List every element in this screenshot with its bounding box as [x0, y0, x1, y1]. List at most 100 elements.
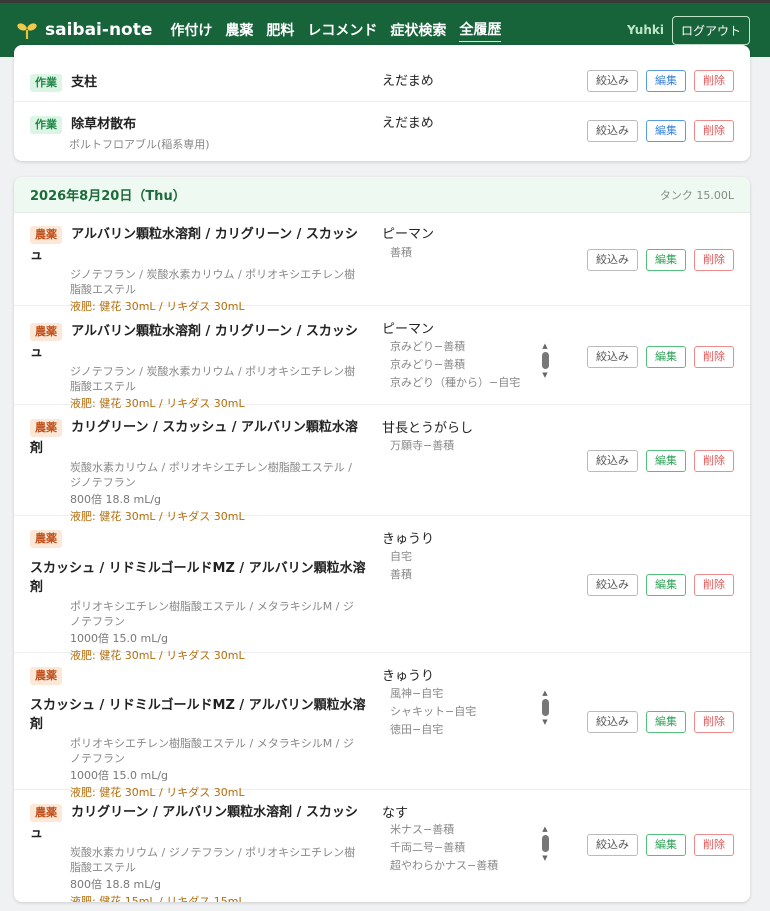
delete-button[interactable]: 削除	[694, 834, 734, 856]
scroll-down-icon[interactable]: ▼	[540, 718, 550, 726]
nav-link-all-history[interactable]: 全履歴	[459, 19, 502, 42]
nav-link-sakuduke[interactable]: 作付け	[170, 20, 212, 40]
nav-link-symptom-search[interactable]: 症状検索	[390, 20, 446, 40]
record-row: 作業 支柱 えだまめ 絞込み 編集 削除	[14, 45, 750, 102]
crop-name: えだまめ	[382, 116, 434, 131]
record-detail: ボルトフロアブル(稲系専用)	[69, 138, 210, 151]
record-type-badge: 農薬	[30, 226, 62, 244]
logout-button[interactable]: ログアウト	[671, 15, 750, 45]
sprout-logo-icon	[17, 23, 37, 39]
record-type-badge: 農薬	[30, 804, 62, 822]
scroll-thumb[interactable]	[541, 699, 549, 716]
dilution-rate: 1000倍 15.0 mL/g	[70, 632, 169, 645]
scroll-up-icon[interactable]: ▲	[540, 342, 550, 350]
record-name: カリグリーン / アルバリン顆粒水溶剤 / スカッシュ	[30, 805, 358, 841]
plot-list-scrollbar[interactable]: ▲ ▼	[540, 342, 550, 379]
scroll-down-icon[interactable]: ▼	[540, 854, 550, 862]
plot-item: 善積	[390, 246, 412, 259]
record-row: 農薬 カリグリーン / アルバリン顆粒水溶剤 / スカッシュ 炭酸水素カリウム …	[14, 790, 750, 902]
crop-name: きゅうり	[382, 532, 435, 547]
crop-name: 甘長とうがらし	[382, 421, 474, 436]
day-header: 2026年8月20日（Thu） タンク 15.00L	[14, 177, 750, 213]
plot-list: 善積	[390, 244, 566, 262]
dilution-rate: 800倍 18.8 mL/g	[70, 493, 162, 506]
record-type-badge: 農薬	[30, 323, 62, 341]
record-type-badge: 作業	[30, 74, 62, 92]
record-name: カリグリーン / スカッシュ / アルバリン顆粒水溶剤	[30, 420, 358, 456]
tank-volume: タンク 15.00L	[659, 188, 734, 202]
filter-button[interactable]: 絞込み	[587, 574, 638, 596]
record-row: 農薬 アルバリン顆粒水溶剤 / カリグリーン / スカッシュ ジノテフラン / …	[14, 306, 750, 410]
active-ingredients: ポリオキシエチレン樹脂酸エステル / メタラキシルM / ジノテフラン	[70, 737, 354, 765]
plot-list-scrollbar[interactable]: ▲ ▼	[540, 689, 550, 726]
record-type-badge: 農薬	[30, 667, 62, 685]
dilution-rate: 800倍 18.8 mL/g	[70, 878, 162, 891]
filter-button[interactable]: 絞込み	[587, 346, 638, 368]
delete-button[interactable]: 削除	[694, 346, 734, 368]
record-name: 除草材散布	[71, 117, 137, 132]
record-type-badge: 農薬	[30, 419, 62, 437]
record-name: アルバリン顆粒水溶剤 / カリグリーン / スカッシュ	[30, 324, 358, 360]
nav-link-pesticides[interactable]: 農薬	[225, 20, 253, 40]
active-ingredients: 炭酸水素カリウム / ポリオキシエチレン樹脂酸エステル / ジノテフラン	[70, 461, 352, 489]
user-name: Yuhki	[626, 23, 664, 37]
crop-name: えだまめ	[382, 74, 434, 89]
delete-button[interactable]: 削除	[694, 711, 734, 733]
nav-link-fertilizers[interactable]: 肥料	[266, 20, 294, 40]
crop-name: なす	[382, 806, 409, 821]
edit-button[interactable]: 編集	[646, 711, 686, 733]
edit-button[interactable]: 編集	[646, 70, 686, 92]
scroll-thumb[interactable]	[541, 835, 549, 852]
active-ingredients: ジノテフラン / 炭酸水素カリウム / ポリオキシエチレン樹脂酸エステル	[70, 268, 356, 296]
brand[interactable]: saibai-note	[16, 19, 170, 41]
record-type-badge: 農薬	[30, 530, 62, 548]
scroll-up-icon[interactable]: ▲	[540, 825, 550, 833]
record-row: 農薬 スカッシュ / リドミルゴールドMZ / アルバリン顆粒水溶剤 ポリオキシ…	[14, 653, 750, 799]
filter-button[interactable]: 絞込み	[587, 711, 638, 733]
active-ingredients: ジノテフラン / 炭酸水素カリウム / ポリオキシエチレン樹脂酸エステル	[70, 365, 356, 393]
record-name: アルバリン顆粒水溶剤 / カリグリーン / スカッシュ	[30, 227, 358, 263]
history-day-card: 作業 支柱 えだまめ 絞込み 編集 削除 作業 除草材散布 ボルトフロアブル(稲…	[14, 45, 750, 161]
delete-button[interactable]: 削除	[694, 249, 734, 271]
filter-button[interactable]: 絞込み	[587, 834, 638, 856]
record-name: スカッシュ / リドミルゴールドMZ / アルバリン顆粒水溶剤	[30, 698, 366, 732]
record-row: 作業 除草材散布 ボルトフロアブル(稲系専用) えだまめ 絞込み 編集 削除	[14, 102, 750, 161]
crop-name: ピーマン	[382, 227, 435, 242]
record-row: 農薬 カリグリーン / スカッシュ / アルバリン顆粒水溶剤 炭酸水素カリウム …	[14, 405, 750, 523]
edit-button[interactable]: 編集	[646, 120, 686, 142]
delete-button[interactable]: 削除	[694, 574, 734, 596]
plot-item: 自宅	[390, 550, 412, 563]
dilution-rate: 1000倍 15.0 mL/g	[70, 769, 169, 782]
edit-button[interactable]: 編集	[646, 574, 686, 596]
plot-list: 自宅 善積	[390, 548, 566, 584]
plot-list-scrollbar[interactable]: ▲ ▼	[540, 825, 550, 862]
edit-button[interactable]: 編集	[646, 346, 686, 368]
liquid-fertilizer: 液肥: 健花 15mL / リキダス 15mL	[70, 895, 245, 902]
crop-name: きゅうり	[382, 669, 435, 684]
record-type-badge: 作業	[30, 116, 62, 134]
delete-button[interactable]: 削除	[694, 70, 734, 92]
scroll-down-icon[interactable]: ▼	[540, 371, 550, 379]
plot-item: 善積	[390, 568, 412, 581]
history-day-card: 2026年8月20日（Thu） タンク 15.00L 農薬 アルバリン顆粒水溶剤…	[14, 177, 750, 902]
scroll-thumb[interactable]	[541, 352, 549, 369]
plot-item: 万願寺−善積	[390, 439, 455, 452]
edit-button[interactable]: 編集	[646, 249, 686, 271]
delete-button[interactable]: 削除	[694, 450, 734, 472]
edit-button[interactable]: 編集	[646, 450, 686, 472]
record-row: 農薬 アルバリン顆粒水溶剤 / カリグリーン / スカッシュ ジノテフラン / …	[14, 213, 750, 313]
day-date: 2026年8月20日（Thu）	[30, 189, 186, 204]
scroll-up-icon[interactable]: ▲	[540, 689, 550, 697]
filter-button[interactable]: 絞込み	[587, 249, 638, 271]
edit-button[interactable]: 編集	[646, 834, 686, 856]
nav-link-recommend[interactable]: レコメンド	[307, 20, 377, 40]
record-name: スカッシュ / リドミルゴールドMZ / アルバリン顆粒水溶剤	[30, 561, 366, 595]
delete-button[interactable]: 削除	[694, 120, 734, 142]
filter-button[interactable]: 絞込み	[587, 70, 638, 92]
brand-name: saibai-note	[45, 20, 153, 40]
plot-list: 万願寺−善積	[390, 437, 566, 455]
record-row: 農薬 スカッシュ / リドミルゴールドMZ / アルバリン顆粒水溶剤 ポリオキシ…	[14, 516, 750, 662]
filter-button[interactable]: 絞込み	[587, 450, 638, 472]
active-ingredients: 炭酸水素カリウム / ジノテフラン / ポリオキシエチレン樹脂酸エステル	[70, 846, 356, 874]
filter-button[interactable]: 絞込み	[587, 120, 638, 142]
